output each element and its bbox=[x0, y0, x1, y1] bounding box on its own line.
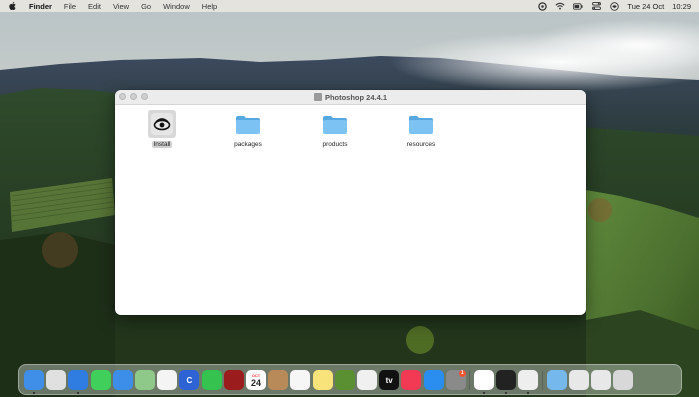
menu-app-name[interactable]: Finder bbox=[29, 2, 52, 11]
dock-icon-label: tv bbox=[385, 375, 393, 385]
chrome-icon[interactable] bbox=[474, 370, 494, 390]
file-label-resources: resources bbox=[406, 141, 436, 148]
file-item-resources[interactable]: resources bbox=[391, 110, 451, 148]
apple-logo-icon[interactable] bbox=[9, 2, 19, 10]
folder-icon bbox=[321, 110, 349, 138]
notes-icon[interactable] bbox=[312, 370, 333, 390]
photos-icon[interactable] bbox=[157, 370, 178, 390]
siri-icon[interactable] bbox=[609, 1, 619, 11]
reminders-icon[interactable] bbox=[290, 370, 311, 390]
wifi-icon[interactable] bbox=[555, 2, 565, 11]
script-editor-icon[interactable] bbox=[518, 370, 539, 390]
running-indicator bbox=[483, 392, 485, 394]
menubar-date[interactable]: Tue 24 Oct bbox=[627, 2, 664, 11]
disk-image-icon bbox=[313, 93, 322, 101]
window-controls bbox=[119, 93, 152, 100]
app-store-icon[interactable] bbox=[423, 370, 444, 390]
maps-icon[interactable] bbox=[135, 370, 155, 390]
battery-icon[interactable] bbox=[573, 2, 584, 11]
music-icon[interactable] bbox=[401, 370, 422, 390]
menubar-time[interactable]: 10:29 bbox=[672, 2, 691, 11]
menu-help[interactable]: Help bbox=[202, 2, 217, 11]
running-indicator bbox=[33, 392, 35, 394]
dictionary-icon[interactable] bbox=[223, 370, 244, 390]
window-thumbnail-2-icon[interactable] bbox=[591, 370, 611, 390]
notification-badge: 1 bbox=[458, 370, 466, 377]
zoom-button[interactable] bbox=[141, 93, 148, 100]
dock-separator bbox=[469, 371, 470, 390]
status-area: Tue 24 Oct 10:29 bbox=[529, 2, 691, 11]
c-app-icon[interactable]: C bbox=[179, 370, 200, 390]
file-grid: Install packages products resources bbox=[115, 105, 586, 315]
menu-bar: Finder File Edit View Go Window Help Tue… bbox=[0, 0, 699, 12]
system-settings-icon[interactable]: 1 bbox=[445, 370, 466, 390]
file-label-packages: packages bbox=[234, 141, 262, 148]
freeform-icon[interactable] bbox=[357, 370, 377, 390]
file-label-products: products bbox=[322, 141, 348, 148]
menu-go[interactable]: Go bbox=[141, 2, 151, 11]
menu-edit[interactable]: Edit bbox=[88, 2, 101, 11]
running-indicator bbox=[527, 392, 530, 394]
finder-icon[interactable] bbox=[24, 370, 44, 390]
menu-window[interactable]: Window bbox=[163, 2, 190, 11]
terminal-icon[interactable] bbox=[496, 370, 517, 390]
window-titlebar[interactable]: Photoshop 24.4.1 bbox=[115, 90, 586, 105]
calendar-icon[interactable]: OCT 24 bbox=[246, 370, 266, 390]
contacts-icon[interactable] bbox=[268, 370, 289, 390]
creative-cloud-icon[interactable] bbox=[537, 1, 547, 11]
file-item-products[interactable]: products bbox=[305, 110, 365, 148]
file-item-install[interactable]: Install bbox=[132, 110, 192, 148]
file-item-packages[interactable]: packages bbox=[218, 110, 278, 148]
window-title: Photoshop 24.4.1 bbox=[324, 92, 388, 102]
close-button[interactable] bbox=[119, 93, 126, 100]
safari-icon[interactable] bbox=[68, 370, 89, 390]
window-thumbnail-icon[interactable] bbox=[568, 370, 589, 390]
downloads-folder-icon[interactable] bbox=[546, 370, 567, 390]
dock: C OCT 24 tv 1 bbox=[18, 364, 682, 395]
messages-icon[interactable] bbox=[90, 370, 111, 390]
launchpad-icon[interactable] bbox=[46, 370, 67, 390]
file-label-install: Install bbox=[151, 141, 173, 148]
menu-file[interactable]: File bbox=[64, 2, 76, 11]
window-title-group: Photoshop 24.4.1 bbox=[313, 92, 388, 102]
folder-icon bbox=[234, 110, 262, 138]
folder-icon bbox=[407, 110, 435, 138]
menu-view[interactable]: View bbox=[113, 2, 129, 11]
calendar-day-label: 24 bbox=[250, 377, 261, 388]
running-indicator bbox=[505, 392, 508, 394]
minimize-button[interactable] bbox=[130, 93, 137, 100]
trash-icon[interactable] bbox=[613, 370, 634, 390]
mail-icon[interactable] bbox=[112, 370, 133, 390]
facetime-icon[interactable] bbox=[201, 370, 222, 390]
creative-cloud-installer-icon bbox=[148, 110, 176, 138]
running-indicator bbox=[77, 392, 80, 394]
chess-icon[interactable] bbox=[334, 370, 355, 390]
dock-separator bbox=[541, 371, 543, 390]
control-center-icon[interactable] bbox=[591, 2, 601, 11]
apple-tv-icon[interactable]: tv bbox=[379, 370, 400, 390]
finder-window: Photoshop 24.4.1 Install packages produc… bbox=[115, 90, 586, 315]
dock-icon-label: C bbox=[186, 375, 193, 385]
